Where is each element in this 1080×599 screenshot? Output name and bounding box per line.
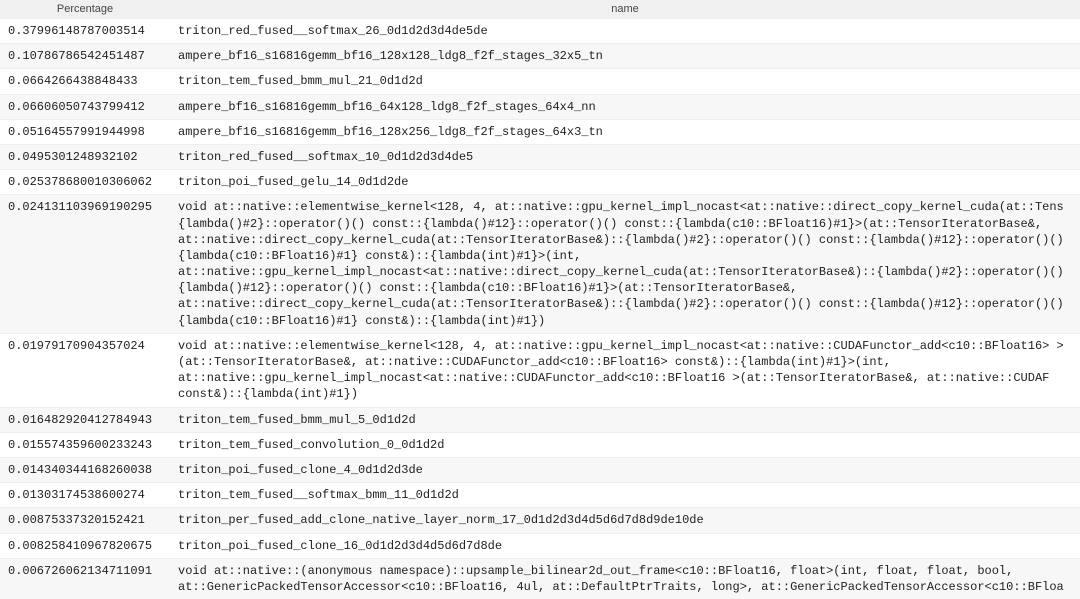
- cell-name: ampere_bf16_s16816gemm_bf16_128x256_ldg8…: [170, 119, 1080, 144]
- table-row: 0.00875337320152421 triton_per_fused_add…: [0, 508, 1080, 533]
- header-percentage: Percentage: [0, 0, 170, 19]
- cell-name: ampere_bf16_s16816gemm_bf16_64x128_ldg8_…: [170, 94, 1080, 119]
- header-name: name: [170, 0, 1080, 19]
- cell-name: void at::native::elementwise_kernel<128,…: [170, 195, 1080, 334]
- table-row: 0.05164557991944998 ampere_bf16_s16816ge…: [0, 119, 1080, 144]
- cell-percentage: 0.008258410967820675: [0, 533, 170, 558]
- cell-percentage: 0.024131103969190295: [0, 195, 170, 334]
- cell-percentage: 0.016482920412784943: [0, 407, 170, 432]
- cell-percentage: 0.006726062134711091: [0, 558, 170, 599]
- table-row: 0.015574359600233243 triton_tem_fused_co…: [0, 432, 1080, 457]
- table-row: 0.01303174538600274 triton_tem_fused__so…: [0, 483, 1080, 508]
- cell-percentage: 0.10786786542451487: [0, 44, 170, 69]
- cell-name: triton_tem_fused_bmm_mul_5_0d1d2d: [170, 407, 1080, 432]
- cell-percentage: 0.025378680010306062: [0, 170, 170, 195]
- cell-name: triton_tem_fused_bmm_mul_21_0d1d2d: [170, 69, 1080, 94]
- table-row: 0.06606050743799412 ampere_bf16_s16816ge…: [0, 94, 1080, 119]
- cell-name: void at::native::(anonymous namespace)::…: [170, 558, 1080, 599]
- cell-name: void at::native::elementwise_kernel<128,…: [170, 333, 1080, 407]
- cell-name: triton_poi_fused_gelu_14_0d1d2de: [170, 170, 1080, 195]
- cell-name: triton_tem_fused_convolution_0_0d1d2d: [170, 432, 1080, 457]
- table-row: 0.016482920412784943 triton_tem_fused_bm…: [0, 407, 1080, 432]
- cell-percentage: 0.05164557991944998: [0, 119, 170, 144]
- table-row: 0.01979170904357024 void at::native::ele…: [0, 333, 1080, 407]
- cell-name: ampere_bf16_s16816gemm_bf16_128x128_ldg8…: [170, 44, 1080, 69]
- cell-name: triton_red_fused__softmax_10_0d1d2d3d4de…: [170, 144, 1080, 169]
- cell-percentage: 0.0495301248932102: [0, 144, 170, 169]
- cell-percentage: 0.015574359600233243: [0, 432, 170, 457]
- cell-percentage: 0.06606050743799412: [0, 94, 170, 119]
- table-row: 0.008258410967820675 triton_poi_fused_cl…: [0, 533, 1080, 558]
- cell-name: triton_per_fused_add_clone_native_layer_…: [170, 508, 1080, 533]
- cell-percentage: 0.0664266438848433: [0, 69, 170, 94]
- table-row: 0.006726062134711091 void at::native::(a…: [0, 558, 1080, 599]
- table-row: 0.024131103969190295 void at::native::el…: [0, 195, 1080, 334]
- cell-name: triton_tem_fused__softmax_bmm_11_0d1d2d: [170, 483, 1080, 508]
- profiler-table: Percentage name 0.37996148787003514 trit…: [0, 0, 1080, 599]
- cell-percentage: 0.37996148787003514: [0, 19, 170, 44]
- table-row: 0.0664266438848433 triton_tem_fused_bmm_…: [0, 69, 1080, 94]
- table-row: 0.10786786542451487 ampere_bf16_s16816ge…: [0, 44, 1080, 69]
- cell-name: triton_poi_fused_clone_4_0d1d2d3de: [170, 457, 1080, 482]
- cell-name: triton_poi_fused_clone_16_0d1d2d3d4d5d6d…: [170, 533, 1080, 558]
- cell-percentage: 0.00875337320152421: [0, 508, 170, 533]
- table-row: 0.37996148787003514 triton_red_fused__so…: [0, 19, 1080, 44]
- cell-percentage: 0.014340344168260038: [0, 457, 170, 482]
- table-row: 0.014340344168260038 triton_poi_fused_cl…: [0, 457, 1080, 482]
- cell-percentage: 0.01303174538600274: [0, 483, 170, 508]
- header-row: Percentage name: [0, 0, 1080, 19]
- table-row: 0.0495301248932102 triton_red_fused__sof…: [0, 144, 1080, 169]
- table-row: 0.025378680010306062 triton_poi_fused_ge…: [0, 170, 1080, 195]
- cell-name: triton_red_fused__softmax_26_0d1d2d3d4de…: [170, 19, 1080, 44]
- cell-percentage: 0.01979170904357024: [0, 333, 170, 407]
